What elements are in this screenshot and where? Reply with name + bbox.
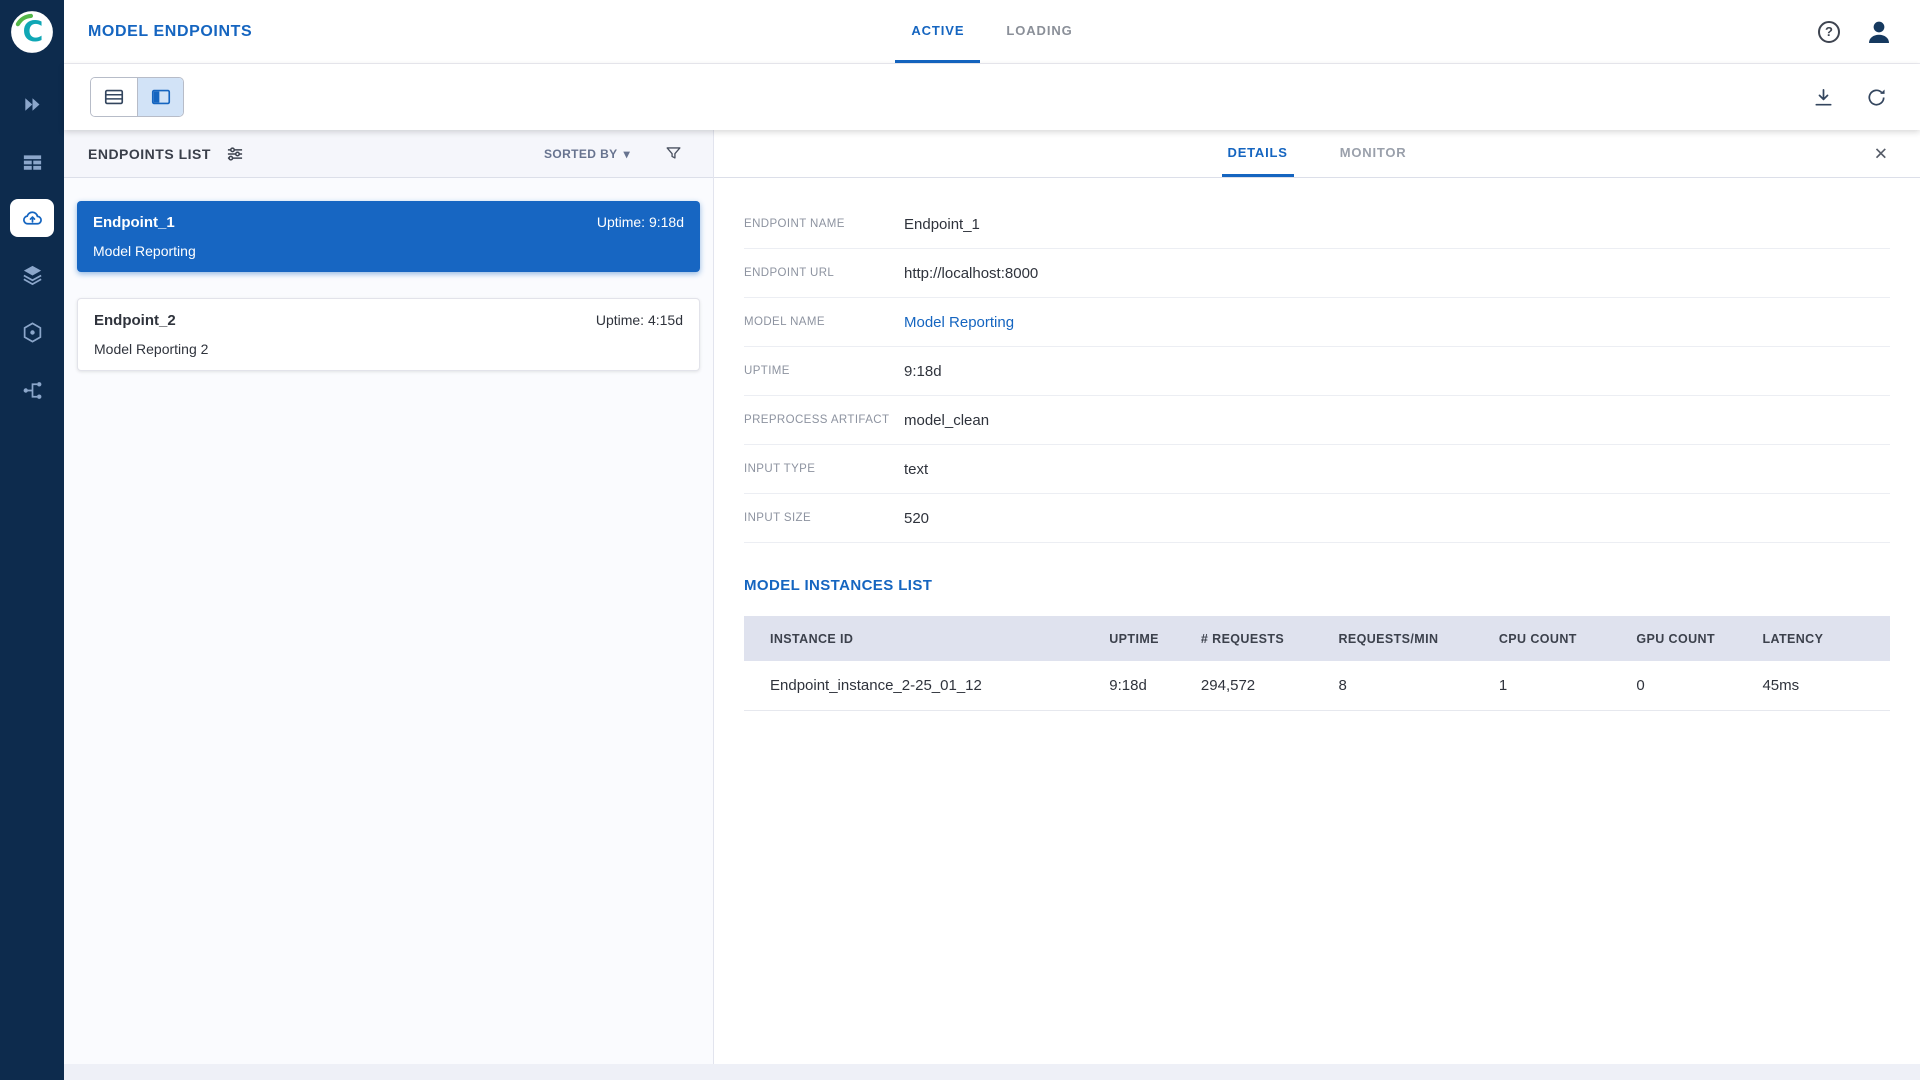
sorted-by-dropdown[interactable]: SORTED BY ▾ (544, 147, 630, 161)
endpoints-list-header: ENDPOINTS LIST SORTED BY ▾ (64, 130, 713, 178)
cell-instance-id: Endpoint_instance_2-25_01_12 (744, 661, 1099, 710)
auto-refresh-icon[interactable] (1865, 86, 1888, 109)
table-view-icon (103, 86, 125, 108)
sidebar: C (0, 0, 64, 1080)
endpoints-list-panel: ENDPOINTS LIST SORTED BY ▾ (64, 130, 714, 1064)
grid-icon (21, 151, 44, 174)
field-label: ENDPOINT URL (744, 267, 904, 279)
split-view-icon (150, 86, 172, 108)
col-instance-id: INSTANCE ID (744, 616, 1099, 661)
field-uptime: UPTIME 9:18d (744, 347, 1890, 396)
page-title: MODEL ENDPOINTS (88, 23, 252, 41)
split-view-button[interactable] (137, 78, 183, 116)
col-latency: LATENCY (1752, 616, 1890, 661)
endpoint-card[interactable]: Endpoint_2 Uptime: 4:15d Model Reporting… (77, 298, 700, 371)
endpoint-model: Model Reporting (93, 243, 684, 259)
cell-latency: 45ms (1752, 661, 1890, 710)
top-header: MODEL ENDPOINTS ACTIVE LOADING ? (64, 0, 1920, 64)
field-value: text (904, 461, 928, 478)
cell-gpu-count: 0 (1626, 661, 1752, 710)
endpoints-cards: Endpoint_1 Uptime: 9:18d Model Reporting… (64, 178, 713, 420)
endpoint-name: Endpoint_1 (93, 214, 175, 231)
model-name-link[interactable]: Model Reporting (904, 314, 1014, 331)
sidebar-item-workers-queues[interactable] (8, 141, 56, 183)
sidebar-item-datasets[interactable] (8, 253, 56, 295)
tab-details[interactable]: DETAILS (1222, 130, 1294, 177)
col-requests: # REQUESTS (1191, 616, 1329, 661)
details-panel-header: DETAILS MONITOR ✕ (714, 130, 1920, 178)
pipeline-icon (21, 379, 44, 402)
col-uptime: UPTIME (1099, 616, 1191, 661)
cell-uptime: 9:18d (1099, 661, 1191, 710)
sidebar-item-projects[interactable] (8, 83, 56, 125)
field-value: 520 (904, 510, 929, 527)
field-endpoint-name: ENDPOINT NAME Endpoint_1 (744, 200, 1890, 249)
view-toggle-group (90, 77, 184, 117)
toolbar-actions (1812, 86, 1888, 109)
endpoint-uptime: Uptime: 4:15d (596, 312, 683, 328)
sorted-by-label: SORTED BY (544, 147, 618, 161)
sidebar-item-applications[interactable] (8, 311, 56, 353)
cell-requests-min: 8 (1328, 661, 1488, 710)
col-gpu-count: GPU COUNT (1626, 616, 1752, 661)
main-column: MODEL ENDPOINTS ACTIVE LOADING ? (64, 0, 1920, 1080)
tab-monitor[interactable]: MONITOR (1334, 130, 1413, 177)
details-body: ENDPOINT NAME Endpoint_1 ENDPOINT URL ht… (714, 178, 1920, 711)
field-label: ENDPOINT NAME (744, 218, 904, 230)
svg-text:C: C (23, 15, 44, 48)
field-value: Endpoint_1 (904, 216, 980, 233)
field-label: MODEL NAME (744, 316, 904, 328)
col-cpu-count: CPU COUNT (1489, 616, 1627, 661)
close-icon[interactable]: ✕ (1874, 145, 1888, 162)
field-preprocess-artifact: PREPROCESS ARTIFACT model_clean (744, 396, 1890, 445)
field-value: http://localhost:8000 (904, 265, 1038, 282)
cell-requests: 294,572 (1191, 661, 1329, 710)
model-instances-title: MODEL INSTANCES LIST (744, 577, 1890, 594)
double-play-icon (21, 93, 44, 116)
serving-cloud-icon (21, 207, 44, 230)
details-panel: DETAILS MONITOR ✕ ENDPOINT NAME Endpoint… (714, 130, 1920, 1064)
instances-table-header-row: INSTANCE ID UPTIME # REQUESTS REQUESTS/M… (744, 616, 1890, 661)
cell-cpu-count: 1 (1489, 661, 1627, 710)
field-label: INPUT TYPE (744, 463, 904, 475)
field-endpoint-url: ENDPOINT URL http://localhost:8000 (744, 249, 1890, 298)
download-icon[interactable] (1812, 86, 1835, 109)
layers-icon (21, 263, 44, 286)
endpoint-uptime: Uptime: 9:18d (597, 214, 684, 230)
field-value: model_clean (904, 412, 989, 429)
header-tabs: ACTIVE LOADING (64, 0, 1920, 63)
endpoint-model: Model Reporting 2 (94, 341, 683, 357)
field-label: INPUT SIZE (744, 512, 904, 524)
model-instances-table: INSTANCE ID UPTIME # REQUESTS REQUESTS/M… (744, 616, 1890, 711)
instance-row[interactable]: Endpoint_instance_2-25_01_12 9:18d 294,5… (744, 661, 1890, 710)
tab-active[interactable]: ACTIVE (895, 0, 980, 63)
clearml-logo[interactable]: C (9, 9, 55, 55)
field-label: UPTIME (744, 365, 904, 377)
chevron-down-icon: ▾ (624, 147, 630, 161)
header-actions: ? (1818, 17, 1894, 47)
toolbar (64, 64, 1920, 130)
app-root: C (0, 0, 1920, 1080)
field-input-size: INPUT SIZE 520 (744, 494, 1890, 543)
field-label: PREPROCESS ARTIFACT (744, 414, 904, 426)
field-model-name: MODEL NAME Model Reporting (744, 298, 1890, 347)
content-area: ENDPOINTS LIST SORTED BY ▾ (64, 130, 1920, 1080)
field-input-type: INPUT TYPE text (744, 445, 1890, 494)
sidebar-item-pipelines[interactable] (8, 369, 56, 411)
sidebar-item-model-endpoints[interactable] (10, 199, 54, 237)
field-value: 9:18d (904, 363, 942, 380)
tab-loading[interactable]: LOADING (990, 0, 1088, 63)
tune-icon[interactable] (225, 144, 245, 164)
filter-funnel-icon[interactable] (664, 144, 683, 163)
hexagon-icon (21, 321, 44, 344)
user-avatar-icon[interactable] (1864, 17, 1894, 47)
help-icon[interactable]: ? (1818, 21, 1840, 43)
endpoints-list-title: ENDPOINTS LIST (88, 146, 211, 162)
table-view-button[interactable] (91, 78, 137, 116)
endpoint-name: Endpoint_2 (94, 312, 176, 329)
col-requests-min: REQUESTS/MIN (1328, 616, 1488, 661)
endpoint-card[interactable]: Endpoint_1 Uptime: 9:18d Model Reporting (77, 201, 700, 272)
